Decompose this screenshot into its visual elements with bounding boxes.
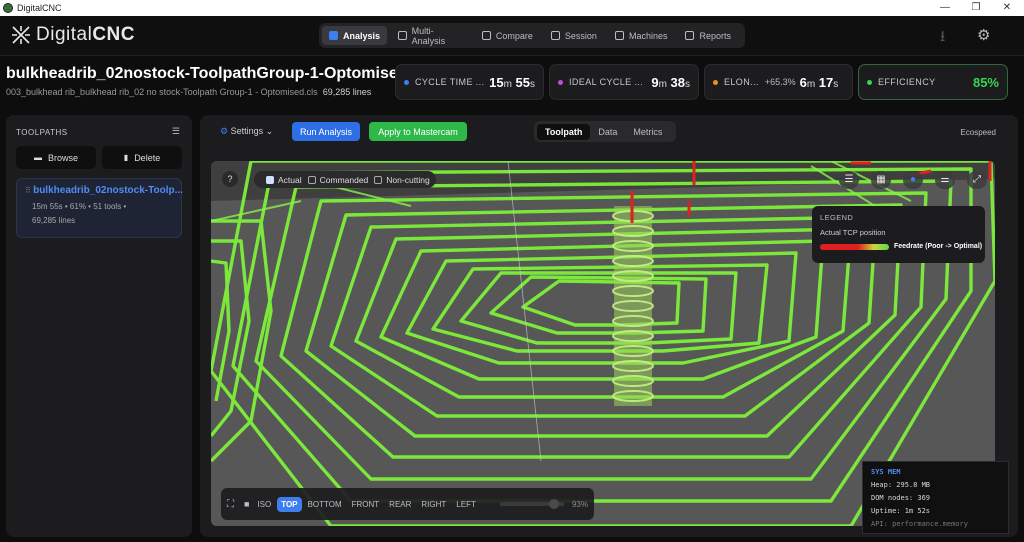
uptime-value: Uptime: 1m 52s: [871, 507, 931, 515]
non-cutting-checkbox[interactable]: [374, 175, 383, 184]
legend-heading: LEGEND: [820, 213, 854, 222]
nav-tab-machines[interactable]: Machines: [608, 26, 675, 45]
nav-tab-multi-analysis[interactable]: Multi-Analysis: [391, 26, 471, 46]
stat-label: IDEAL CYCLE ...: [569, 77, 644, 87]
stat-elongation: ELON... +65.3% 6m 17s: [704, 64, 853, 100]
gear-icon[interactable]: ⚙: [977, 26, 990, 44]
multi-analysis-icon: [398, 31, 407, 40]
apply-to-mastercam-button[interactable]: Apply to Mastercam: [369, 122, 467, 141]
window-title: DigitalCNC: [17, 3, 62, 13]
legend-bar-label: Feedrate (Poor -> Optimal): [894, 243, 983, 250]
status-dot: [867, 79, 872, 85]
file-subtitle: 003_bulkhead rib_bulkhead rib_02 no stoc…: [6, 87, 371, 97]
view-right[interactable]: RIGHT: [417, 497, 450, 512]
sidebar-heading: TOOLPATHS: [16, 128, 68, 137]
sort-icon[interactable]: ☰: [172, 126, 180, 137]
path-filter-bar: Actual Commanded Non-cutting: [254, 171, 436, 188]
toolpath-card-lines: 69,285 lines: [32, 216, 76, 225]
sys-mem-title: SYS MEM: [871, 468, 901, 476]
fit-view-icon[interactable]: ⛶: [227, 499, 234, 510]
reports-icon: [685, 31, 695, 40]
ecospeed-label: Ecospeed: [960, 128, 996, 137]
zoom-value: 93%: [571, 499, 588, 509]
actual-checkbox[interactable]: [266, 175, 274, 184]
toolpath-card-meta: 15m 55s • 61% • 51 tools •: [32, 202, 127, 211]
window-titlebar: DigitalCNC — ❐ ✕: [0, 0, 1024, 16]
view-rear[interactable]: REAR: [385, 497, 415, 512]
status-dot: [404, 79, 409, 85]
toolpath-card-title: bulkheadrib_02nostock-Toolp...: [25, 185, 183, 196]
feedrate-gradient: [820, 244, 889, 250]
machines-icon: [614, 31, 624, 40]
toolpaths-sidebar: TOOLPATHS ☰ ▬Browse ▮Delete bulkheadrib_…: [6, 115, 192, 537]
app-header: Digital CNC Analysis Multi-Analysis Compa…: [0, 16, 1024, 56]
help-button[interactable]: ?: [222, 171, 238, 187]
logo-text-thin: Digital: [36, 24, 93, 45]
fullscreen-icon[interactable]: ⤢: [967, 171, 987, 189]
delete-button[interactable]: ▮ Delete: [102, 146, 182, 169]
view-tabs: Toolpath Data Metrics: [534, 121, 676, 142]
stat-value: 9m 38s: [651, 74, 690, 90]
view-iso[interactable]: ISO: [253, 497, 275, 512]
commanded-checkbox[interactable]: [307, 175, 316, 184]
tab-data[interactable]: Data: [590, 124, 625, 140]
view-bottom[interactable]: BOTTOM: [304, 497, 346, 512]
legend-subtitle: Actual TCP position: [820, 228, 886, 237]
maximize-button[interactable]: ❐: [962, 0, 990, 16]
sys-mem-panel: SYS MEM Heap: 295.8 MB DOM nodes: 369 Up…: [862, 461, 1009, 534]
compare-icon: [481, 31, 491, 40]
close-button[interactable]: ✕: [993, 0, 1021, 16]
view-left[interactable]: LEFT: [452, 497, 480, 512]
stat-value: 6m 17s: [799, 74, 839, 90]
download-icon[interactable]: ⭳: [940, 26, 945, 51]
toolpath-card[interactable]: bulkheadrib_02nostock-Toolp... 15m 55s •…: [16, 178, 183, 238]
main-nav: Analysis Multi-Analysis Compare Session …: [319, 23, 745, 48]
status-dot: [558, 79, 563, 85]
tab-metrics[interactable]: Metrics: [625, 124, 670, 140]
session-icon: [550, 31, 560, 40]
stat-efficiency: EFFICIENCY 85%: [858, 64, 1008, 100]
stat-label: EFFICIENCY: [878, 77, 936, 87]
trash-icon: ▮: [123, 153, 129, 162]
file-lines: 69,285 lines: [322, 87, 372, 97]
view-top[interactable]: TOP: [277, 496, 302, 512]
browse-button[interactable]: ▬ Browse: [16, 146, 96, 169]
logo-icon: [12, 26, 30, 44]
minimize-button[interactable]: —: [931, 0, 959, 16]
settings-dropdown[interactable]: Settings ⌄: [220, 126, 274, 137]
heap-value: Heap: 295.8 MB: [871, 481, 931, 489]
status-dot: [713, 79, 718, 85]
api-label: API: performance.memory: [871, 520, 968, 528]
grid-icon[interactable]: ▦: [871, 171, 891, 189]
folder-icon: ▬: [33, 153, 42, 162]
camera-icon[interactable]: ■: [244, 499, 249, 509]
camera-view-bar: ⛶ ■ ISO TOP BOTTOM FRONT REAR RIGHT LEFT…: [221, 488, 594, 520]
tool-icon[interactable]: ●: [903, 171, 923, 189]
nav-tab-reports[interactable]: Reports: [678, 26, 738, 45]
legend-panel: LEGEND Actual TCP position Feedrate (Poo…: [812, 206, 985, 263]
stat-cycle-time: CYCLE TIME ... 15m 55s: [395, 64, 544, 100]
file-path: 003_bulkhead rib_bulkhead rib_02 no stoc…: [6, 87, 318, 97]
tab-toolpath[interactable]: Toolpath: [537, 123, 591, 140]
analysis-icon: [329, 31, 338, 40]
stat-label: CYCLE TIME ...: [415, 77, 485, 87]
stat-ideal-cycle: IDEAL CYCLE ... 9m 38s: [549, 64, 699, 100]
stat-label: ELON...: [724, 77, 759, 87]
run-analysis-button[interactable]: Run Analysis: [292, 122, 360, 141]
logo-text-bold: CNC: [92, 24, 135, 45]
app-icon: [3, 3, 13, 13]
nav-tab-session[interactable]: Session: [544, 26, 604, 45]
nav-tab-analysis[interactable]: Analysis: [322, 26, 388, 45]
zoom-slider[interactable]: [499, 499, 564, 509]
stat-value: 85%: [972, 74, 999, 90]
file-title: bulkheadrib_02nostock-ToolpathGroup-1-Op…: [6, 65, 408, 82]
nav-tab-compare[interactable]: Compare: [475, 26, 540, 45]
stat-percent: +65.3%: [764, 77, 796, 87]
list-icon[interactable]: ☰: [839, 171, 859, 189]
sliders-icon[interactable]: ⚌: [935, 171, 955, 189]
view-front[interactable]: FRONT: [348, 497, 384, 512]
logo: Digital CNC: [10, 24, 135, 46]
stat-value: 15m 55s: [489, 74, 535, 90]
dom-nodes-value: DOM nodes: 369: [871, 494, 931, 502]
